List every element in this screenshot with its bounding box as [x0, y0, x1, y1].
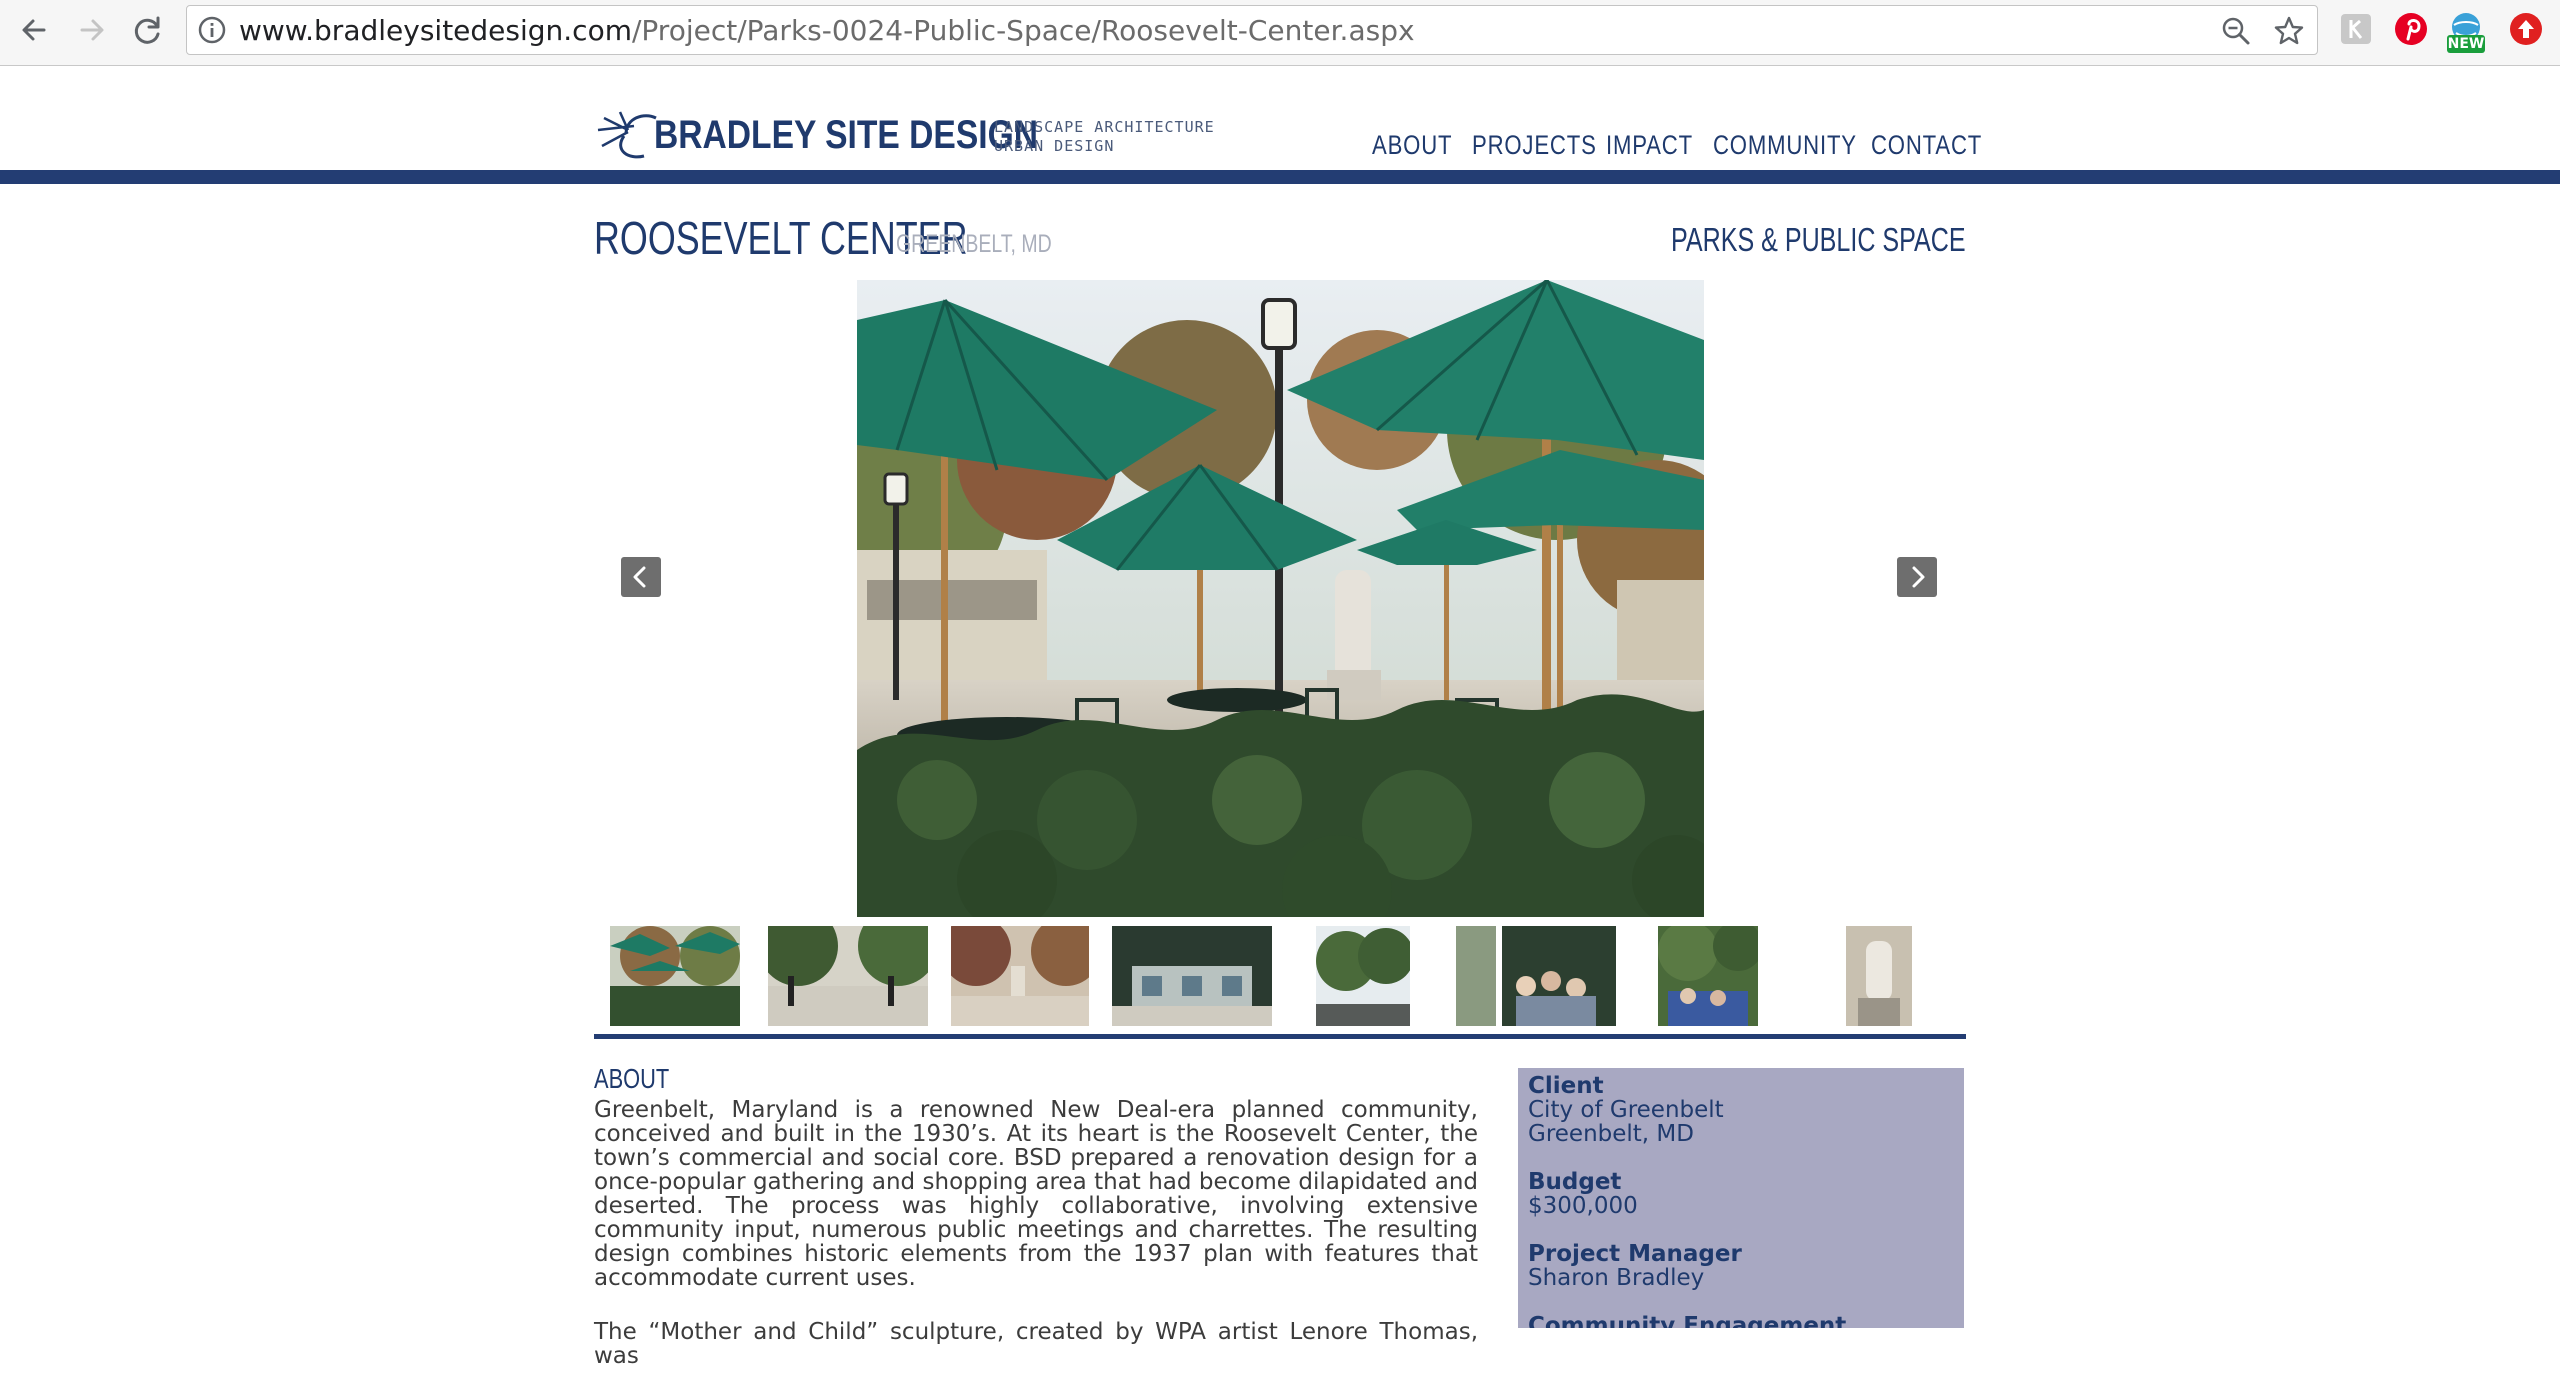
url-path: /Project/Parks-0024-Public-Space/Rooseve…: [631, 14, 1415, 47]
chevron-left-icon: [633, 566, 646, 588]
info-label: Project Manager: [1528, 1241, 1742, 1267]
project-category-link[interactable]: PARKS & PUBLIC SPACE: [1671, 220, 1966, 260]
address-bar[interactable]: www.bradleysitedesign.com/Project/Parks-…: [186, 5, 2318, 55]
content-divider: [594, 1034, 1966, 1039]
pinterest-icon: [2395, 13, 2427, 45]
project-location: GREENBELT, MD: [896, 230, 1052, 258]
about-paragraph-2: The “Mother and Child” sculpture, create…: [594, 1319, 1478, 1369]
forward-button[interactable]: [72, 10, 112, 50]
about-heading: ABOUT: [594, 1063, 670, 1094]
thumbnail-plaza-trees-image: [768, 926, 928, 1026]
extension-upload-button[interactable]: [2508, 11, 2544, 47]
new-badge: NEW: [2447, 36, 2485, 52]
thumbnail-6[interactable]: [1456, 926, 1616, 1026]
zoom-icon[interactable]: [2221, 16, 2251, 46]
info-label: Community Engagement: [1528, 1313, 1847, 1328]
thumbnail-sculpture-image: [1846, 926, 1912, 1026]
thumbnail-storefront-image: [1112, 926, 1272, 1026]
nav-impact[interactable]: IMPACT: [1606, 128, 1693, 162]
thumbnail-event-crowd-image: [1456, 926, 1616, 1026]
arrow-right-icon: [80, 19, 104, 41]
extension-new-button[interactable]: NEW: [2446, 11, 2486, 55]
thumbnail-4[interactable]: [1112, 926, 1272, 1026]
bookmark-star-icon[interactable]: [2273, 15, 2305, 47]
back-button[interactable]: [14, 10, 54, 50]
url-host: www.bradleysitedesign.com: [239, 14, 632, 47]
logo-tagline: LANDSCAPE ARCHITECTURE URBAN DESIGN: [994, 118, 1215, 156]
project-title-row: ROOSEVELT CENTER GREENBELT, MD PARKS & P…: [594, 212, 1966, 264]
header-divider: [0, 170, 2560, 184]
chevron-right-icon: [1912, 566, 1925, 588]
about-paragraph-1: Greenbelt, Maryland is a renowned New De…: [594, 1097, 1478, 1291]
reload-icon: [134, 16, 160, 44]
slideshow-prev-button[interactable]: [621, 557, 661, 597]
thumbnail-1[interactable]: [610, 926, 740, 1026]
thumbnail-strip: [594, 926, 1966, 1030]
thumbnail-5[interactable]: [1316, 926, 1410, 1026]
site-logo[interactable]: BRADLEY SITE DESIGN LANDSCAPE ARCHITECTU…: [594, 104, 1214, 166]
thumbnail-7[interactable]: [1658, 926, 1758, 1026]
info-label: Budget: [1528, 1169, 1622, 1195]
slideshow-next-button[interactable]: [1897, 557, 1937, 597]
info-value: Greenbelt, MD: [1528, 1121, 1694, 1147]
info-value: Sharon Bradley: [1528, 1265, 1705, 1291]
info-label: Client: [1528, 1073, 1604, 1099]
thumbnail-umbrellas-image: [610, 926, 740, 1026]
reload-button[interactable]: [128, 10, 168, 50]
thumbnail-3[interactable]: [951, 926, 1089, 1026]
logo-wordmark: BRADLEY SITE DESIGN: [654, 113, 1038, 157]
project-info-panel: Client City of Greenbelt Greenbelt, MD B…: [1518, 1068, 1964, 1328]
pinterest-button[interactable]: [2393, 11, 2429, 47]
info-icon[interactable]: [197, 15, 227, 45]
slideshow-main-image[interactable]: [857, 280, 1704, 917]
info-value: $300,000: [1528, 1193, 1638, 1219]
thumbnail-autumn-plaza-image: [951, 926, 1089, 1026]
nav-community[interactable]: COMMUNITY: [1713, 128, 1857, 162]
upload-arrow-icon: [2510, 13, 2542, 45]
thumbnail-8[interactable]: [1846, 926, 1912, 1026]
extension-puzzle-icon: [2341, 14, 2371, 44]
thumbnail-tree-sky-image: [1316, 926, 1410, 1026]
info-community-engagement: Community Engagement: [1528, 1314, 1964, 1328]
info-client: Client City of Greenbelt Greenbelt, MD: [1528, 1074, 1964, 1146]
info-value: City of Greenbelt: [1528, 1097, 1724, 1123]
info-project-manager: Project Manager Sharon Bradley: [1528, 1242, 1964, 1290]
arrow-left-icon: [22, 19, 46, 41]
logo-tagline-line2: URBAN DESIGN: [994, 137, 1115, 155]
nav-about[interactable]: ABOUT: [1372, 128, 1452, 162]
info-budget: Budget $300,000: [1528, 1170, 1964, 1218]
extension-button-1[interactable]: [2338, 11, 2374, 47]
nav-contact[interactable]: CONTACT: [1871, 128, 1982, 162]
plaza-photo: [857, 280, 1704, 917]
thumbnail-festival-image: [1658, 926, 1758, 1026]
url-text: www.bradleysitedesign.com/Project/Parks-…: [239, 15, 1415, 47]
browser-toolbar: www.bradleysitedesign.com/Project/Parks-…: [0, 0, 2560, 66]
nav-projects[interactable]: PROJECTS: [1472, 128, 1597, 162]
about-text: Greenbelt, Maryland is a renowned New De…: [594, 1098, 1478, 1398]
thumbnail-2[interactable]: [768, 926, 928, 1026]
logo-tagline-line1: LANDSCAPE ARCHITECTURE: [994, 118, 1215, 136]
